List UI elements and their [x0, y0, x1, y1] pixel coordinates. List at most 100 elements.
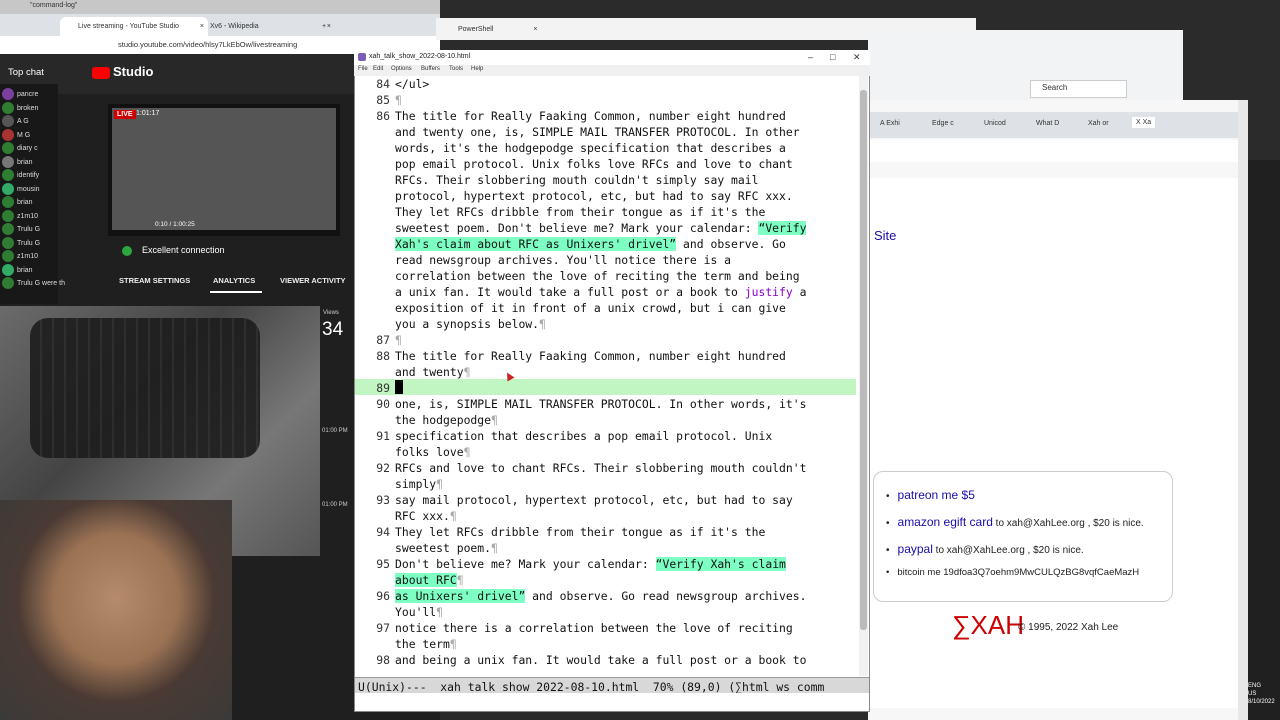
powershell-tab-title[interactable]: PowerShell × — [458, 26, 538, 33]
chat-item[interactable]: brian — [2, 155, 33, 168]
editor-line[interactable]: RFCs and love to chant RFCs. Their slobb… — [395, 461, 806, 475]
editor-line[interactable]: The title for Really Faaking Common, num… — [395, 349, 786, 363]
tab-exhi[interactable]: A Exhi — [880, 120, 900, 127]
line-text: sweetest poem. Don't believe me? Mark yo… — [395, 221, 759, 235]
editor-line[interactable]: you a synopsis below.¶ — [395, 317, 546, 331]
tab-what[interactable]: What D — [1036, 120, 1059, 127]
editor-line[interactable]: simply¶ — [395, 477, 443, 491]
tab-analytics[interactable]: ANALYTICS — [213, 276, 255, 285]
editor-line[interactable]: the term¶ — [395, 637, 457, 651]
minimize-icon[interactable]: – — [808, 52, 813, 62]
close-icon[interactable]: × — [533, 26, 537, 33]
chat-item[interactable]: A G — [2, 115, 29, 127]
editor-line[interactable]: say mail protocol, hypertext protocol, e… — [395, 493, 793, 507]
right-browser-toolbar — [868, 30, 1183, 100]
editor-line[interactable]: ¶ — [395, 93, 402, 107]
scrollbar[interactable] — [1238, 100, 1248, 720]
menu-buffers[interactable]: Buffers — [421, 66, 440, 72]
editor-line[interactable]: about RFC¶ — [395, 573, 464, 587]
chat-author: identify — [17, 171, 40, 179]
editor-line[interactable]: and being a unix fan. It would take a fu… — [395, 653, 806, 667]
chat-item[interactable]: identify — [2, 169, 39, 181]
editor-line[interactable]: a unix fan. It would take a full post or… — [395, 285, 806, 299]
editor-line[interactable]: as Unixers' drivel” and observe. Go read… — [395, 589, 806, 603]
tray-clock[interactable]: ENG US 8/10/2022 — [1248, 682, 1275, 706]
tab-stream-settings[interactable]: STREAM SETTINGS — [119, 276, 190, 285]
editor-line[interactable]: sweetest poem. Don't believe me? Mark yo… — [395, 221, 807, 235]
editor-line[interactable]: and twenty one, is, SIMPLE MAIL TRANSFER… — [395, 125, 800, 139]
editor-line[interactable]: You'll¶ — [395, 605, 443, 619]
close-icon[interactable]: ✕ — [853, 52, 861, 63]
editor-line[interactable]: the hodgepodge¶ — [395, 413, 498, 427]
editor-line[interactable]: The title for Really Faaking Common, num… — [395, 109, 786, 123]
chat-item[interactable]: z1m10 — [2, 250, 38, 262]
top-chat-label[interactable]: Top chat — [8, 67, 44, 78]
editor-line[interactable]: folks love¶ — [395, 445, 470, 459]
chat-author: pancre — [17, 90, 39, 98]
tab-unicode[interactable]: Unicod — [984, 120, 1006, 127]
chat-item[interactable]: Trulu G were th — [2, 277, 65, 289]
editor-line[interactable]: one, is, SIMPLE MAIL TRANSFER PROTOCOL. … — [395, 397, 806, 411]
chat-item[interactable]: pancre — [2, 88, 38, 100]
editor-line[interactable]: RFCs. Their slobbering mouth couldn't si… — [395, 173, 758, 187]
editor-line[interactable]: notice there is a correlation between th… — [395, 621, 793, 635]
line-text: You'll — [395, 605, 437, 619]
tab-xv6-wikipedia[interactable]: Xv6 - Wikipedia × — [192, 17, 335, 36]
menu-tools[interactable]: Tools — [449, 66, 463, 72]
menu-help[interactable]: Help — [471, 66, 483, 72]
editor-line[interactable]: sweetest poem.¶ — [395, 541, 498, 555]
new-tab-button[interactable]: + — [322, 17, 336, 36]
address-text[interactable]: studio.youtube.com/video/hlsy7LkEbOw/liv… — [118, 40, 297, 49]
editor-line[interactable]: Don't believe me? Mark your calendar: “V… — [395, 557, 786, 571]
editor-line[interactable]: RFC xxx.¶ — [395, 509, 457, 523]
editor-line[interactable]: protocol, hypertext protocol, etc, but h… — [395, 189, 793, 203]
amazon-link[interactable]: amazon egift card — [898, 515, 993, 529]
scroll-thumb[interactable] — [860, 90, 867, 630]
menu-file[interactable]: File — [358, 66, 368, 72]
editor-line[interactable]: Xah's claim about RFC as Unixers' drivel… — [395, 237, 786, 251]
editor-line[interactable]: ¶ — [395, 333, 402, 347]
tab-xah-or[interactable]: Xah or — [1088, 120, 1109, 127]
line-text: a unix fan. It would take a full post or… — [395, 285, 745, 299]
chat-item[interactable]: M G — [2, 128, 30, 141]
chat-item[interactable]: Trulu G — [2, 236, 40, 249]
paypal-link[interactable]: paypal — [898, 542, 933, 556]
editor-line[interactable]: specification that describes a pop email… — [395, 429, 772, 443]
site-link[interactable]: Site — [874, 228, 896, 243]
highlight-text: as Unixers' drivel” — [395, 589, 526, 603]
tab-xah-active[interactable]: X Xa — [1132, 117, 1156, 128]
line-text: you a synopsis below. — [395, 317, 540, 331]
xah-logo[interactable]: ∑XAH — [952, 610, 1024, 641]
command-log-tab[interactable]: "command-log" — [30, 2, 77, 9]
donate-bitcoin: • bitcoin me 19dfoa3Q7oehm9MwCULQzBG8vqfC… — [886, 567, 1139, 578]
chat-item[interactable]: Trulu G — [2, 223, 40, 235]
chat-item[interactable]: broken — [2, 101, 38, 114]
tab-viewer-activity[interactable]: VIEWER ACTIVITY — [280, 276, 346, 285]
avatar — [2, 88, 14, 100]
line-number: 98 — [376, 653, 390, 667]
editor-line[interactable]: pop email protocol. Unix folks love RFCs… — [395, 157, 793, 171]
maximize-icon[interactable]: □ — [830, 52, 835, 62]
line-text: one, is, SIMPLE MAIL TRANSFER PROTOCOL. … — [395, 397, 807, 411]
editor-line[interactable]: </ul> — [395, 77, 429, 91]
editor-line[interactable]: correlation between the love of reciting… — [395, 269, 800, 283]
tab-live-streaming[interactable]: Live streaming - YouTube Studio × — [60, 17, 208, 36]
chat-item[interactable]: brian — [2, 196, 33, 208]
tab-edge[interactable]: Edge c — [932, 120, 954, 127]
editor-line[interactable]: exposition of it in front of a unix crow… — [395, 301, 786, 315]
menu-options[interactable]: Options — [391, 66, 412, 72]
chat-author: A G — [17, 117, 29, 125]
chat-item[interactable]: mousin — [2, 182, 40, 195]
editor-line[interactable]: words, it's the hodgepodge specification… — [395, 141, 786, 155]
chat-item[interactable]: diary c — [2, 142, 38, 154]
editor-line[interactable]: They let RFCs dribble from their tongue … — [395, 205, 765, 219]
emacs-minibuffer[interactable] — [355, 693, 869, 710]
editor-line[interactable]: and twenty¶ — [395, 365, 470, 379]
editor-line[interactable]: read newsgroup archives. You'll notice t… — [395, 253, 731, 267]
patreon-link[interactable]: patreon me $5 — [898, 488, 975, 502]
chat-item[interactable]: brian — [2, 263, 33, 276]
editor-line[interactable]: They let RFCs dribble from their tongue … — [395, 525, 765, 539]
studio-logo[interactable]: Studio — [92, 64, 153, 82]
menu-edit[interactable]: Edit — [373, 66, 383, 72]
chat-item[interactable]: z1m10 — [2, 209, 38, 222]
